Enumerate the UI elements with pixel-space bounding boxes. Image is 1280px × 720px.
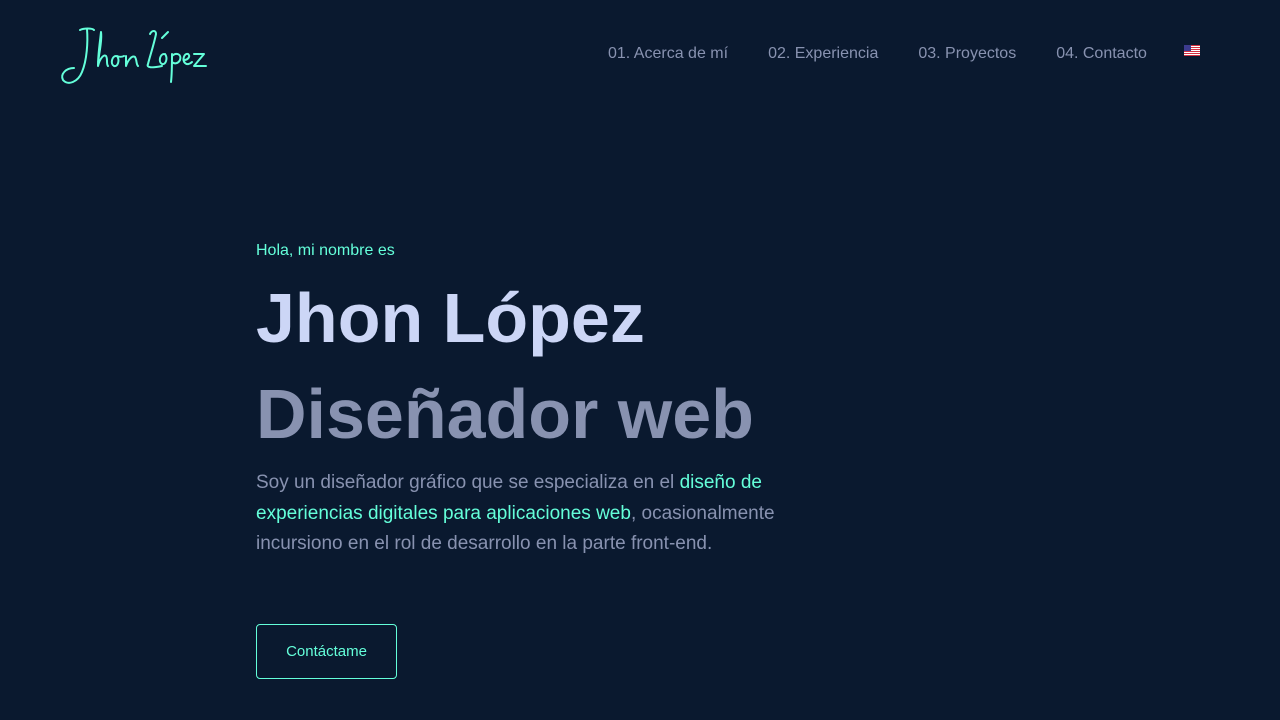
contact-button[interactable]: Contáctame	[256, 624, 397, 679]
nav-item-experience[interactable]: 02. Experiencia	[768, 44, 878, 64]
signature-logo[interactable]	[58, 22, 210, 88]
intro-text-start: Soy un diseñador gráfico que se especial…	[256, 472, 680, 493]
hero-role: Diseñador web	[256, 375, 754, 453]
nav-item-contact[interactable]: 04. Contacto	[1056, 44, 1147, 64]
page: 01. Acerca de mí 02. Experiencia 03. Pro…	[0, 0, 1280, 720]
hero-section: Hola, mi nombre es Jhon López Diseñador …	[256, 240, 796, 679]
main-nav: 01. Acerca de mí 02. Experiencia 03. Pro…	[608, 44, 1187, 64]
hero-name: Jhon López	[256, 279, 645, 357]
us-flag-icon[interactable]	[1184, 45, 1200, 56]
nav-item-about[interactable]: 01. Acerca de mí	[608, 44, 728, 64]
greeting-text: Hola, mi nombre es	[256, 242, 395, 259]
intro-paragraph: Soy un diseñador gráfico que se especial…	[256, 468, 796, 560]
nav-item-projects[interactable]: 03. Proyectos	[918, 44, 1016, 64]
